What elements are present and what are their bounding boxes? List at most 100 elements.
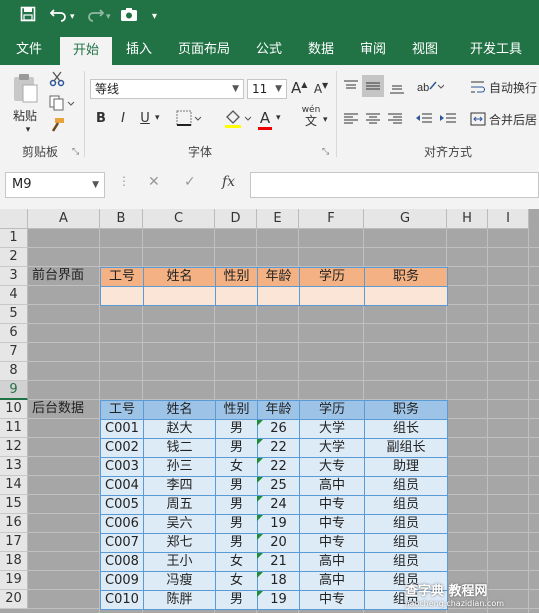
increase-indent-icon[interactable] [438,111,458,130]
back-section-label[interactable]: 后台数据 [28,400,101,420]
tab-insert[interactable]: 插入 [118,34,160,65]
row-header-17[interactable]: 17 [0,533,28,552]
orientation-icon[interactable]: ab [416,77,445,98]
redo-dropdown-icon[interactable]: ▾ [106,6,111,28]
align-top-icon[interactable] [342,79,360,98]
column-header-e[interactable]: E [257,209,299,229]
wrap-text-button[interactable]: 自动换行 [489,79,537,96]
font-color-dropdown-icon[interactable]: ▾ [276,113,281,123]
underline-dropdown-icon[interactable]: ▾ [155,113,160,123]
front-input-cell[interactable] [143,286,216,306]
row-header-13[interactable]: 13 [0,457,28,476]
save-icon[interactable] [20,6,36,28]
record-cell[interactable]: 中专 [299,590,365,610]
grow-font-button[interactable]: A▲ [291,79,307,97]
insert-function-button[interactable]: fx [222,174,235,190]
record-cell[interactable]: 中专 [299,533,365,553]
record-cell[interactable]: 19 [257,514,300,534]
front-header-cell[interactable]: 工号 [100,267,144,287]
front-section-label[interactable]: 前台界面 [28,267,101,287]
back-header-cell[interactable]: 职务 [364,400,448,420]
record-cell[interactable]: C003 [100,457,144,477]
record-cell[interactable]: 大学 [299,438,365,458]
record-cell[interactable]: 男 [215,476,258,496]
back-header-cell[interactable]: 年龄 [257,400,300,420]
record-cell[interactable]: 22 [257,438,300,458]
column-header-g[interactable]: G [364,209,447,229]
undo-icon[interactable] [49,6,68,28]
paste-dropdown-icon[interactable]: ▾ [18,125,38,135]
record-cell[interactable]: C008 [100,552,144,572]
row-header-8[interactable]: 8 [0,362,28,381]
tab-formulas[interactable]: 公式 [248,34,290,65]
record-cell[interactable]: 25 [257,476,300,496]
record-cell[interactable]: 组长 [364,419,448,439]
row-header-18[interactable]: 18 [0,552,28,571]
record-cell[interactable]: 22 [257,457,300,477]
front-input-cell[interactable] [100,286,144,306]
record-cell[interactable]: 20 [257,533,300,553]
front-input-cell[interactable] [215,286,258,306]
record-cell[interactable]: C006 [100,514,144,534]
record-cell[interactable]: 19 [257,590,300,610]
customize-icon[interactable]: ▾ [152,6,157,28]
cut-icon[interactable] [48,71,66,90]
camera-icon[interactable] [120,6,138,28]
back-header-cell[interactable]: 姓名 [143,400,216,420]
row-header-19[interactable]: 19 [0,571,28,590]
record-cell[interactable]: 组员 [364,533,448,553]
record-cell[interactable]: 王小 [143,552,216,572]
font-size-select[interactable]: 11 ▼ [247,79,287,99]
column-header-h[interactable]: H [447,209,488,229]
worksheet-grid[interactable]: ABCDEFGHI 1 2 3 4 5 6 7 8 9 10 11 12 13 14 15 16 17 18 19 2… [0,209,539,613]
select-all-corner[interactable] [0,209,28,229]
decrease-indent-icon[interactable] [414,111,434,130]
tab-data[interactable]: 数据 [300,34,342,65]
borders-icon[interactable] [170,109,210,130]
row-header-20[interactable]: 20 [0,590,28,609]
record-cell[interactable]: 组员 [364,552,448,572]
record-cell[interactable]: 高中 [299,552,365,572]
tab-file[interactable]: 文件 [6,34,52,65]
record-cell[interactable]: 副组长 [364,438,448,458]
record-cell[interactable]: 组员 [364,514,448,534]
merge-center-button[interactable]: 合并后居 [489,111,537,128]
record-cell[interactable]: 孙三 [143,457,216,477]
record-cell[interactable]: 女 [215,552,258,572]
align-center-icon[interactable] [364,111,382,130]
wrap-text-icon[interactable] [470,79,486,98]
align-bottom-icon[interactable] [388,79,406,98]
record-cell[interactable]: 高中 [299,476,365,496]
undo-dropdown-icon[interactable]: ▾ [70,6,75,28]
record-cell[interactable]: 男 [215,590,258,610]
record-cell[interactable]: 冯瘦 [143,571,216,591]
record-cell[interactable]: 李四 [143,476,216,496]
front-input-cell[interactable] [257,286,300,306]
row-header-1[interactable]: 1 [0,229,28,248]
row-header-4[interactable]: 4 [0,286,28,305]
front-header-cell[interactable]: 性别 [215,267,258,287]
clipboard-launcher-icon[interactable]: ⤡ [72,147,79,157]
column-header-b[interactable]: B [100,209,143,229]
record-cell[interactable]: 助理 [364,457,448,477]
column-header-c[interactable]: C [143,209,215,229]
cancel-icon[interactable]: ✕ [148,174,160,190]
record-cell[interactable]: 吴六 [143,514,216,534]
row-header-7[interactable]: 7 [0,343,28,362]
record-cell[interactable]: 男 [215,514,258,534]
underline-button[interactable]: U [138,111,152,126]
row-header-11[interactable]: 11 [0,419,28,438]
row-header-3[interactable]: 3 [0,267,28,286]
front-header-cell[interactable]: 姓名 [143,267,216,287]
record-cell[interactable]: 男 [215,495,258,515]
record-cell[interactable]: 女 [215,457,258,477]
record-cell[interactable]: C009 [100,571,144,591]
back-header-cell[interactable]: 性别 [215,400,258,420]
record-cell[interactable]: 男 [215,438,258,458]
row-header-2[interactable]: 2 [0,248,28,267]
record-cell[interactable]: 女 [215,571,258,591]
record-cell[interactable]: 男 [215,533,258,553]
bold-button[interactable]: B [94,111,108,126]
row-header-14[interactable]: 14 [0,476,28,495]
front-header-cell[interactable]: 年龄 [257,267,300,287]
